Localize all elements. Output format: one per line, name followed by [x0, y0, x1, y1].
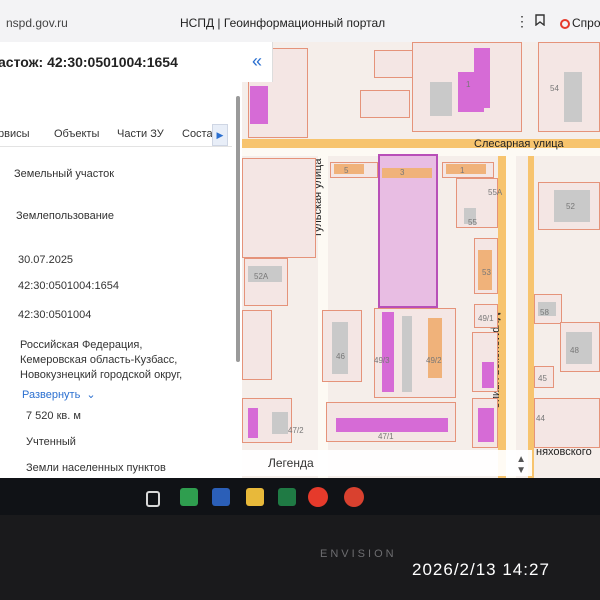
photos-icon[interactable]: [180, 488, 198, 506]
status-value: Учтенный: [26, 436, 76, 448]
excel-icon[interactable]: [278, 488, 296, 506]
bookmark-icon[interactable]: [532, 13, 548, 29]
building: [482, 362, 494, 388]
building: [402, 316, 412, 392]
map-label: 1: [460, 166, 465, 175]
map-label: 44: [536, 414, 545, 423]
map-label: 55А: [488, 188, 503, 197]
building: [250, 86, 268, 124]
building: [332, 322, 348, 374]
parcel[interactable]: [534, 398, 600, 448]
map-label: 5: [344, 166, 349, 175]
screen: nspd.gov.ru НСПД | Геоинформационный пор…: [0, 0, 600, 515]
building: [382, 168, 432, 178]
map-label: 49/1: [478, 314, 494, 323]
address-bar[interactable]: nspd.gov.ru: [6, 16, 68, 30]
street-label: няховского: [536, 446, 592, 458]
info-panel: астож: 42:30:0501004:1654 рвисы Объекты …: [0, 42, 242, 495]
tabs-next-button[interactable]: ▶: [212, 124, 228, 146]
file-manager-icon[interactable]: [246, 488, 264, 506]
building: [478, 408, 494, 442]
registration-date: 30.07.2025: [18, 254, 74, 266]
tab-objects[interactable]: Объекты: [54, 128, 99, 140]
address-line: Новокузнецкий городской округ,: [20, 369, 183, 381]
street-label: Слесарная улица: [474, 138, 564, 150]
map-label: 58: [540, 308, 549, 317]
address-line: Кемеровская область-Кузбасс,: [20, 354, 178, 366]
help-icon: [560, 19, 570, 29]
photo-timestamp: 2026/2/13 14:27: [412, 560, 550, 579]
panel-scrollbar[interactable]: [236, 96, 240, 362]
map-label: 52А: [254, 272, 269, 281]
tab-title[interactable]: НСПД | Геоинформационный портал: [180, 16, 385, 30]
task-view-icon[interactable]: [146, 491, 160, 507]
help-button[interactable]: Спро: [560, 16, 600, 30]
tab-composition[interactable]: Соста: [182, 128, 213, 140]
building: [334, 164, 364, 174]
building: [446, 164, 486, 174]
building: [336, 418, 448, 432]
parcel[interactable]: [242, 310, 272, 380]
map-label: 54: [550, 84, 559, 93]
monitor-brand: ENVISION: [320, 548, 397, 560]
road: [506, 156, 516, 495]
building: [474, 48, 490, 108]
expand-link[interactable]: Развернуть: [22, 388, 96, 401]
map-label: 49/3: [374, 356, 390, 365]
building: [428, 318, 442, 378]
browser-bar: nspd.gov.ru НСПД | Геоинформационный пор…: [0, 0, 600, 43]
cadastral-quarter: 42:30:0501004: [18, 309, 92, 321]
object-type: Земельный участок: [14, 168, 115, 180]
map-label: 55: [468, 218, 477, 227]
menu-icon[interactable]: ⋮: [514, 13, 530, 30]
taskbar: [0, 478, 600, 515]
double-chevron-left-icon: «: [251, 51, 262, 71]
map-label: 47/1: [378, 432, 394, 441]
map-label: 47/2: [288, 426, 304, 435]
building: [382, 312, 394, 392]
address-line: Российская Федерация,: [20, 339, 143, 351]
parcel[interactable]: [360, 90, 410, 118]
map-label: 48: [570, 346, 579, 355]
object-subtype: Землепользование: [16, 210, 115, 222]
area-value: 7 520 кв. м: [26, 410, 81, 422]
cadastral-number: 42:30:0501004:1654: [18, 280, 119, 292]
map[interactable]: 1 54 Слесарная улица Тульская улица Мурм…: [242, 42, 600, 495]
legend-bar[interactable]: Легенда ▲ ▼: [242, 450, 532, 476]
tabs-divider: [0, 146, 232, 147]
building: [430, 82, 452, 116]
map-label: 1: [466, 80, 471, 89]
parcel[interactable]: [456, 178, 498, 228]
category-value: Земли населенных пунктов: [26, 462, 166, 474]
yandex-browser-icon[interactable]: [308, 487, 328, 507]
address: Российская Федерация, Кемеровская област…: [20, 338, 182, 383]
map-label: 3: [400, 168, 405, 177]
collapse-panel-button[interactable]: «: [242, 42, 273, 82]
map-label: 49/2: [426, 356, 442, 365]
yandex-alt-icon[interactable]: [344, 487, 364, 507]
panel-title: астож: 42:30:0501004:1654: [0, 54, 178, 70]
building: [564, 72, 582, 122]
building: [272, 412, 288, 434]
tab-parts[interactable]: Части ЗУ: [117, 128, 164, 140]
tab-services[interactable]: рвисы: [0, 128, 30, 140]
chevron-up-down-icon[interactable]: ▲ ▼: [516, 454, 526, 476]
word-icon[interactable]: [212, 488, 230, 506]
map-label: 45: [538, 374, 547, 383]
map-label: 46: [336, 352, 345, 361]
parcel[interactable]: [242, 158, 316, 258]
map-label: 53: [482, 268, 491, 277]
legend-title: Легенда: [268, 456, 314, 470]
map-label: 52: [566, 202, 575, 211]
building: [248, 408, 258, 438]
triangle-right-icon: ▶: [216, 130, 224, 140]
